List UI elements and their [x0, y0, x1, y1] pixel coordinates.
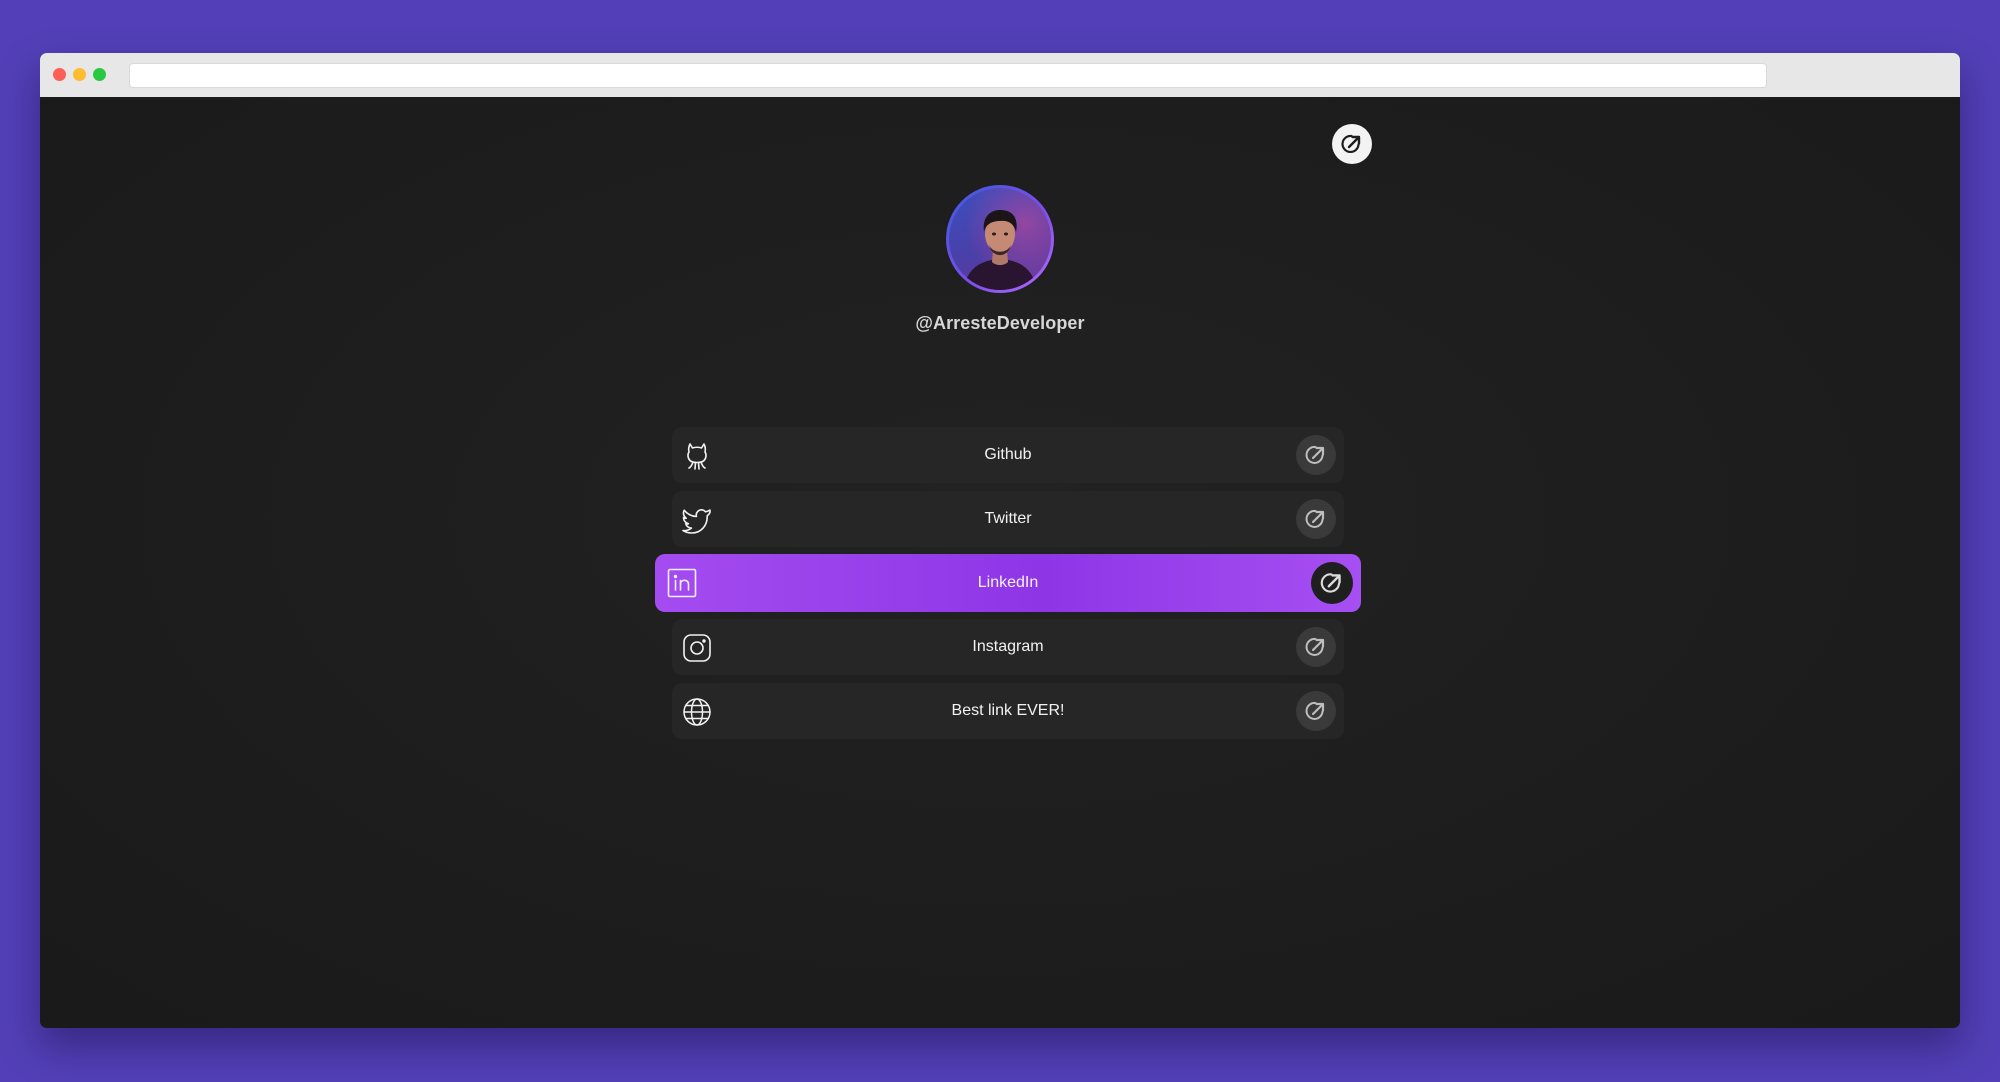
link-linkedin[interactable]: LinkedIn [655, 554, 1361, 612]
maximize-window-button[interactable] [93, 68, 106, 81]
linktree-page: @ArresteDeveloper Github Twitter LinkedI… [40, 97, 1960, 1028]
address-bar[interactable] [129, 63, 1767, 88]
share-arrow-icon [1320, 573, 1341, 593]
close-window-button[interactable] [53, 68, 66, 81]
person-avatar-icon [949, 188, 1051, 290]
share-profile-button[interactable] [1332, 124, 1372, 164]
browser-titlebar [40, 53, 1960, 97]
link-share-button[interactable] [1311, 562, 1353, 604]
link-share-button[interactable] [1296, 691, 1336, 731]
share-arrow-icon [1305, 445, 1325, 464]
share-arrow-icon [1305, 637, 1325, 656]
link-share-button[interactable] [1296, 627, 1336, 667]
link-label: Instagram [972, 638, 1044, 655]
link-label: Best link EVER! [951, 702, 1065, 719]
avatar-ring [946, 185, 1054, 293]
avatar [949, 188, 1051, 290]
minimize-window-button[interactable] [73, 68, 86, 81]
link-twitter[interactable]: Twitter [672, 491, 1344, 547]
link-label: LinkedIn [977, 574, 1039, 591]
profile-username: @ArresteDeveloper [915, 313, 1085, 333]
share-arrow-icon [1341, 134, 1361, 153]
link-label: Github [984, 446, 1032, 463]
link-best-link[interactable]: Best link EVER! [672, 683, 1344, 739]
browser-window: @ArresteDeveloper Github Twitter LinkedI… [40, 53, 1960, 1028]
link-label: Twitter [984, 510, 1032, 527]
link-instagram[interactable]: Instagram [672, 619, 1344, 675]
link-github[interactable]: Github [672, 427, 1344, 483]
link-share-button[interactable] [1296, 499, 1336, 539]
link-share-button[interactable] [1296, 435, 1336, 475]
share-arrow-icon [1305, 701, 1325, 720]
share-arrow-icon [1305, 509, 1325, 528]
